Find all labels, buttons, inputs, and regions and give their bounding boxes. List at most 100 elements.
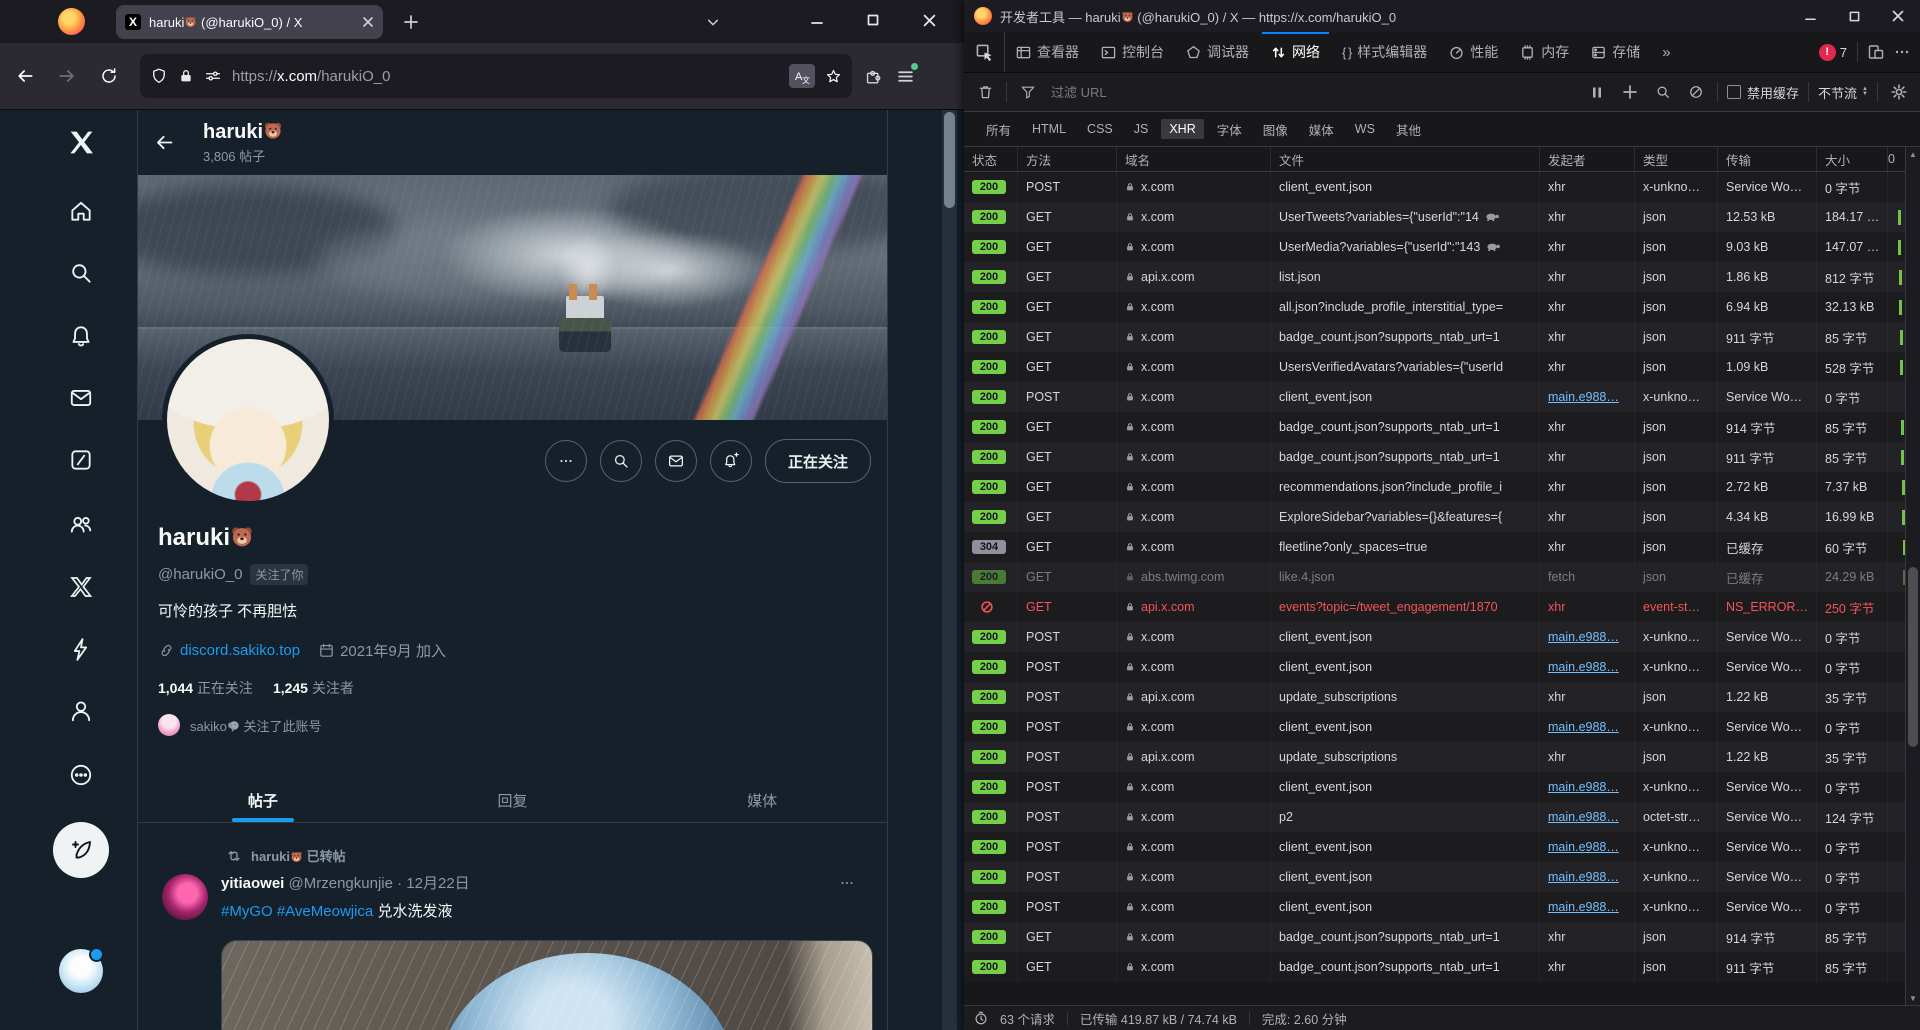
search-requests-icon[interactable] bbox=[1651, 80, 1675, 104]
filter-css[interactable]: CSS bbox=[1079, 119, 1121, 139]
network-request-row[interactable]: 200POSTx.comclient_event.jsonmain.e988…x… bbox=[964, 892, 1905, 922]
network-request-row[interactable]: 200POSTx.comp2main.e988…octet-str…Servic… bbox=[964, 802, 1905, 832]
network-request-row[interactable]: 200POSTx.comclient_event.jsonmain.e988…x… bbox=[964, 652, 1905, 682]
tweet-hashtags[interactable]: #MyGO #AveMeowjica bbox=[221, 903, 373, 920]
tab-list-button[interactable] bbox=[700, 10, 726, 34]
network-request-row[interactable]: 200POSTx.comclient_event.jsonxhrx-unkno…… bbox=[964, 172, 1905, 202]
shield-icon[interactable] bbox=[150, 67, 168, 85]
window-close-button[interactable] bbox=[906, 0, 952, 40]
sidebar-verified-orgs-icon[interactable] bbox=[55, 623, 107, 675]
notify-bell-button[interactable] bbox=[710, 440, 752, 482]
devtools-tab-inspector[interactable]: 查看器 bbox=[1005, 32, 1090, 72]
more-options-button[interactable] bbox=[545, 440, 587, 482]
network-settings-gear-icon[interactable] bbox=[1887, 80, 1911, 104]
clear-requests-icon[interactable] bbox=[973, 80, 997, 104]
website-link[interactable]: discord.sakiko.top bbox=[180, 642, 300, 659]
network-request-row[interactable]: 200GETx.comUserMedia?variables={"userId"… bbox=[964, 232, 1905, 262]
reload-button[interactable] bbox=[92, 59, 126, 93]
responsive-design-icon[interactable] bbox=[1868, 44, 1884, 60]
column-size[interactable]: 大小 bbox=[1817, 147, 1888, 171]
back-arrow-icon[interactable] bbox=[154, 132, 175, 153]
filter-other[interactable]: 其他 bbox=[1388, 117, 1429, 142]
network-request-row[interactable]: 200GETx.comUserTweets?variables={"userId… bbox=[964, 202, 1905, 232]
sidebar-communities-icon[interactable] bbox=[55, 498, 107, 550]
window-minimize-button[interactable] bbox=[794, 0, 840, 40]
sidebar-messages-icon[interactable] bbox=[55, 372, 107, 424]
tab-replies[interactable]: 回复 bbox=[388, 779, 638, 822]
network-request-row[interactable]: 200POSTx.comclient_event.jsonmain.e988…x… bbox=[964, 832, 1905, 862]
column-type[interactable]: 类型 bbox=[1635, 147, 1718, 171]
filter-fonts[interactable]: 字体 bbox=[1209, 117, 1250, 142]
following-button[interactable]: 正在关注 bbox=[765, 439, 871, 483]
network-request-row[interactable]: GETapi.x.comevents?topic=/tweet_engageme… bbox=[964, 592, 1905, 622]
network-request-row[interactable]: 200GETx.comUsersVerifiedAvatars?variable… bbox=[964, 352, 1905, 382]
block-requests-icon[interactable] bbox=[1684, 80, 1708, 104]
devtools-maximize-button[interactable] bbox=[1832, 0, 1876, 32]
back-button[interactable] bbox=[8, 59, 42, 93]
network-request-row[interactable]: 200POSTapi.x.comupdate_subscriptionsxhrj… bbox=[964, 742, 1905, 772]
sidebar-grok-icon[interactable] bbox=[55, 434, 107, 486]
filter-all[interactable]: 所有 bbox=[978, 117, 1019, 142]
filter-media[interactable]: 媒体 bbox=[1301, 117, 1342, 142]
column-file[interactable]: 文件 bbox=[1271, 147, 1540, 171]
network-request-row[interactable]: 200GETx.combadge_count.json?supports_nta… bbox=[964, 412, 1905, 442]
network-request-row[interactable]: 200GETx.comExploreSidebar?variables={}&f… bbox=[964, 502, 1905, 532]
new-tab-button[interactable] bbox=[398, 9, 424, 35]
filter-xhr[interactable]: XHR bbox=[1161, 119, 1203, 139]
window-maximize-button[interactable] bbox=[850, 0, 896, 40]
translate-icon[interactable]: A文 bbox=[789, 64, 815, 88]
sidebar-notifications-icon[interactable] bbox=[55, 310, 107, 362]
filter-html[interactable]: HTML bbox=[1024, 119, 1074, 139]
scroll-down-icon[interactable]: ▼ bbox=[1906, 991, 1920, 1005]
filter-js[interactable]: JS bbox=[1126, 119, 1157, 139]
network-request-row[interactable]: 304GETx.comfleetline?only_spaces=truexhr… bbox=[964, 532, 1905, 562]
network-request-row[interactable]: 200GETx.combadge_count.json?supports_nta… bbox=[964, 952, 1905, 982]
pick-element-icon[interactable] bbox=[964, 32, 1005, 72]
tweet-author-avatar[interactable] bbox=[162, 874, 208, 920]
column-domain[interactable]: 域名 bbox=[1117, 147, 1271, 171]
devtools-tab-console[interactable]: 控制台 bbox=[1090, 32, 1175, 72]
devtools-tabs-overflow-icon[interactable]: » bbox=[1651, 32, 1680, 72]
throttling-dropdown[interactable]: 不节流 ▲▼ bbox=[1818, 83, 1868, 102]
sidebar-home-icon[interactable] bbox=[55, 185, 107, 237]
profile-search-button[interactable] bbox=[600, 440, 642, 482]
devtools-tab-performance[interactable]: 性能 bbox=[1438, 32, 1509, 72]
sidebar-more-icon[interactable] bbox=[55, 749, 107, 801]
url-text[interactable]: https://x.com/harukiO_0 bbox=[232, 68, 390, 85]
devtools-scrollbar[interactable]: ▲ ▼ bbox=[1905, 147, 1920, 1005]
devtools-menu-icon[interactable] bbox=[1894, 44, 1910, 60]
column-initiator[interactable]: 发起者 bbox=[1540, 147, 1635, 171]
tweet-author-name[interactable]: yitiaowei bbox=[221, 875, 284, 892]
followed-by-row[interactable]: sakiko 关注了此账号 bbox=[158, 714, 321, 736]
browser-scrollbar-thumb[interactable] bbox=[944, 112, 955, 208]
lock-icon[interactable] bbox=[178, 68, 194, 84]
pause-traffic-icon[interactable] bbox=[1585, 80, 1609, 104]
devtools-tab-memory[interactable]: 内存 bbox=[1509, 32, 1580, 72]
devtools-tab-network[interactable]: 网络 bbox=[1260, 32, 1331, 72]
devtools-tab-style-editor[interactable]: { }样式编辑器 bbox=[1331, 32, 1438, 72]
filter-url-input[interactable] bbox=[1049, 84, 1576, 101]
network-request-row[interactable]: 200GETx.comrecommendations.json?include_… bbox=[964, 472, 1905, 502]
extensions-puzzle-icon[interactable] bbox=[864, 67, 883, 86]
network-request-row[interactable]: 200POSTx.comclient_event.jsonmain.e988…x… bbox=[964, 382, 1905, 412]
disable-cache-checkbox[interactable]: 禁用缓存 bbox=[1727, 83, 1799, 102]
tweet-author-meta[interactable]: @Mrzengkunjie · 12月22日 bbox=[289, 875, 470, 892]
tweet-image[interactable] bbox=[221, 940, 873, 1030]
url-bar[interactable]: https://x.com/harukiO_0 A文 bbox=[140, 54, 852, 98]
forward-button[interactable] bbox=[50, 59, 84, 93]
retweet-header[interactable]: haruki 已转帖 bbox=[226, 846, 346, 865]
network-request-row[interactable]: 200GETx.combadge_count.json?supports_nta… bbox=[964, 322, 1905, 352]
scroll-up-icon[interactable]: ▲ bbox=[1906, 147, 1920, 161]
sidebar-user-avatar[interactable] bbox=[59, 949, 103, 993]
sidebar-profile-icon[interactable] bbox=[55, 685, 107, 737]
network-request-row[interactable]: 200GETx.combadge_count.json?supports_nta… bbox=[964, 442, 1905, 472]
tab-close-icon[interactable] bbox=[362, 16, 374, 28]
column-waterfall[interactable]: 0 bbox=[1888, 147, 1905, 171]
profile-avatar[interactable] bbox=[162, 334, 334, 506]
browser-scrollbar[interactable] bbox=[942, 110, 957, 1030]
menu-hamburger-icon[interactable] bbox=[897, 68, 914, 85]
sidebar-premium-icon[interactable] bbox=[55, 561, 107, 613]
filter-images[interactable]: 图像 bbox=[1255, 117, 1296, 142]
devtools-minimize-button[interactable] bbox=[1788, 0, 1832, 32]
network-request-row[interactable]: 200POSTx.comclient_event.jsonmain.e988…x… bbox=[964, 622, 1905, 652]
